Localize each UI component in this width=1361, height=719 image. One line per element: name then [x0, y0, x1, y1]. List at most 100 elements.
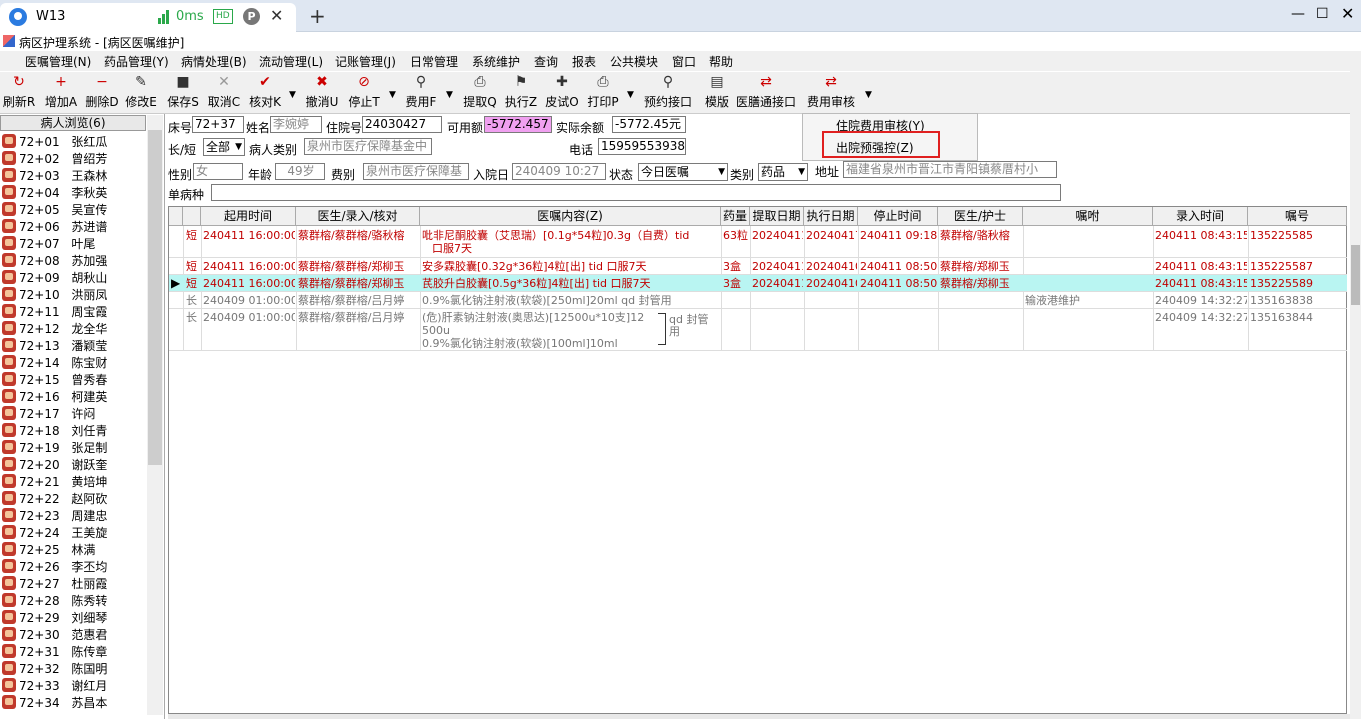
window-scrollbar[interactable]: [1350, 51, 1361, 719]
toolbar-button[interactable]: ✔ 核对K: [248, 74, 282, 112]
patient-list-item[interactable]: 72+02 曾绍芳: [2, 151, 107, 168]
menu-item[interactable]: 流动管理(L): [259, 53, 323, 70]
toolbar-button[interactable]: ⎙ 提取Q: [463, 74, 497, 112]
inpatient-field[interactable]: 24030427: [362, 116, 442, 133]
status-select[interactable]: 今日医嘱: [638, 163, 728, 181]
menu-item[interactable]: 医嘱管理(N): [25, 53, 91, 70]
kind-select[interactable]: 药品: [758, 163, 808, 181]
menu-item[interactable]: 公共模块: [610, 53, 658, 70]
age-field[interactable]: 49岁: [275, 163, 325, 180]
patient-list-item[interactable]: 72+10 洪丽凤: [2, 287, 107, 304]
menu-item[interactable]: 查询: [534, 53, 558, 70]
sex-field[interactable]: 女: [193, 163, 243, 180]
window-minimize-button[interactable]: —: [1291, 6, 1305, 22]
menu-item[interactable]: 报表: [572, 53, 596, 70]
grid-column-header[interactable]: 嘱咐: [1023, 207, 1153, 226]
menu-item[interactable]: 药品管理(Y): [104, 53, 169, 70]
toolbar-button[interactable]: ▤ 模版: [703, 74, 731, 112]
menu-item[interactable]: 病情处理(B): [181, 53, 247, 70]
patient-category-field[interactable]: 泉州市医疗保障基金中: [304, 138, 432, 155]
patient-list-item[interactable]: 72+23 周建忠: [2, 508, 107, 525]
grid-column-header[interactable]: 医生/录入/核对: [296, 207, 420, 226]
patient-list-item[interactable]: 72+07 叶尾: [2, 236, 95, 253]
chevron-down-icon[interactable]: ▼: [289, 90, 296, 100]
patient-list-item[interactable]: 72+21 黄培坤: [2, 474, 107, 491]
toolbar-button[interactable]: ✚ 皮试O: [545, 74, 579, 112]
toolbar-button[interactable]: ✖ 撤消U: [305, 74, 339, 112]
grid-column-header[interactable]: 医生/护士: [938, 207, 1023, 226]
patient-list-item[interactable]: 72+31 陈传章: [2, 644, 107, 661]
fee-type-field[interactable]: 泉州市医疗保障基: [363, 163, 469, 180]
admit-date-field[interactable]: 240409 10:27: [512, 163, 606, 180]
menu-item[interactable]: 系统维护: [472, 53, 520, 70]
patient-list-item[interactable]: 72+08 苏加强: [2, 253, 107, 270]
patient-list-item[interactable]: 72+30 范惠君: [2, 627, 107, 644]
menu-item[interactable]: 窗口: [672, 53, 696, 70]
patient-list-item[interactable]: 72+17 许闷: [2, 406, 95, 423]
toolbar-button[interactable]: ⎙ 打印P: [586, 74, 620, 112]
patient-list-item[interactable]: 72+04 李秋英: [2, 185, 107, 202]
menu-item[interactable]: 记账管理(J): [335, 53, 396, 70]
patient-list-item[interactable]: 72+26 李丕均: [2, 559, 107, 576]
toolbar-button[interactable]: − 删除D: [85, 74, 119, 112]
menu-item[interactable]: 帮助: [709, 53, 733, 70]
name-field[interactable]: 李婉婷: [270, 116, 322, 133]
chevron-down-icon[interactable]: ▼: [389, 90, 396, 100]
patient-list-item[interactable]: 72+03 王森林: [2, 168, 107, 185]
patient-list-item[interactable]: 72+18 刘任青: [2, 423, 107, 440]
new-tab-button[interactable]: +: [309, 4, 326, 28]
phone-field[interactable]: 15959553938: [598, 138, 686, 155]
bed-field[interactable]: 72+37: [192, 116, 244, 133]
patient-list-item[interactable]: 72+22 赵阿砍: [2, 491, 107, 508]
chevron-down-icon[interactable]: ▼: [446, 90, 453, 100]
menu-item[interactable]: 日常管理: [410, 53, 458, 70]
patient-list-scroll-thumb[interactable]: [148, 130, 162, 465]
toolbar-button[interactable]: + 增加A: [44, 74, 78, 112]
patient-list-item[interactable]: 72+16 柯建英: [2, 389, 107, 406]
disease-field[interactable]: [211, 184, 1061, 201]
address-field[interactable]: 福建省泉州市晋江市青阳镇蔡厝村小: [843, 161, 1057, 178]
grid-column-header[interactable]: 起用时间: [201, 207, 296, 226]
patient-list-item[interactable]: 72+06 苏进谱: [2, 219, 107, 236]
patient-list-item[interactable]: 72+19 张足制: [2, 440, 107, 457]
patient-list-item[interactable]: 72+11 周宝霞: [2, 304, 107, 321]
toolbar-button[interactable]: ⚑ 执行Z: [504, 74, 538, 112]
window-close-button[interactable]: ✕: [1341, 4, 1354, 23]
toolbar-button[interactable]: ■ 保存S: [166, 74, 200, 112]
grid-horizontal-scrollbar[interactable]: [168, 714, 1350, 719]
patient-list-item[interactable]: 72+20 谢跃奎: [2, 457, 107, 474]
grid-column-header[interactable]: 提取日期: [750, 207, 804, 226]
patient-list-item[interactable]: 72+34 苏昌本: [2, 695, 107, 712]
patient-list-item[interactable]: 72+14 陈宝财: [2, 355, 107, 372]
grid-column-header[interactable]: 录入时间: [1153, 207, 1248, 226]
grid-column-header[interactable]: 执行日期: [804, 207, 858, 226]
patient-list-item[interactable]: 72+01 张红瓜: [2, 134, 107, 151]
toolbar-button[interactable]: ⇄ 医膳通接口: [736, 74, 796, 112]
patient-list-item[interactable]: 72+09 胡秋山: [2, 270, 107, 287]
patient-list-item[interactable]: 72+28 陈秀转: [2, 593, 107, 610]
chevron-down-icon[interactable]: ▼: [627, 90, 634, 100]
grid-column-header[interactable]: 嘱号: [1248, 207, 1347, 226]
grid-column-header[interactable]: 停止时间: [858, 207, 938, 226]
patient-list-item[interactable]: 72+29 刘细琴: [2, 610, 107, 627]
window-maximize-button[interactable]: ☐: [1316, 6, 1329, 22]
toolbar-button[interactable]: ✎ 修改E: [124, 74, 158, 112]
toolbar-button[interactable]: ⚲ 预约接口: [644, 74, 692, 112]
patient-list-item[interactable]: 72+15 曾秀春: [2, 372, 107, 389]
grid-column-header[interactable]: 医嘱内容(Z): [420, 207, 721, 226]
patient-list-item[interactable]: 72+25 林满: [2, 542, 95, 559]
patient-list-item[interactable]: 72+33 谢红月: [2, 678, 107, 695]
toolbar-button[interactable]: ⊘ 停止T: [347, 74, 381, 112]
window-scroll-thumb[interactable]: [1351, 245, 1360, 305]
grid-column-header[interactable]: 药量: [721, 207, 750, 226]
patient-list-item[interactable]: 72+05 吴宣传: [2, 202, 107, 219]
patient-list-item[interactable]: 72+13 潘颖莹: [2, 338, 107, 355]
balance-field[interactable]: -5772.45元: [612, 116, 686, 133]
toolbar-button[interactable]: ✕ 取消C: [207, 74, 241, 112]
order-type-select[interactable]: 全部: [203, 138, 245, 156]
tab-close-icon[interactable]: ✕: [270, 6, 283, 25]
patient-list-item[interactable]: 72+12 龙全华: [2, 321, 107, 338]
toolbar-button[interactable]: ⇄ 费用审核: [805, 74, 857, 112]
toolbar-button[interactable]: ↻ 刷新R: [2, 74, 36, 112]
patient-list-item[interactable]: 72+32 陈国明: [2, 661, 107, 678]
